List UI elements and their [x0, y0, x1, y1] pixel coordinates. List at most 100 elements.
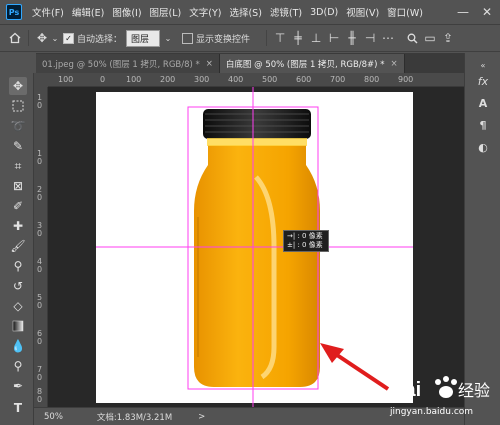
ruler-label: 0	[37, 373, 43, 382]
menu-3d[interactable]: 3D(D)	[306, 7, 342, 18]
tooltip-x-offset: →| : 0 像素	[287, 232, 323, 240]
menu-filter[interactable]: 滤镜(T)	[266, 5, 306, 19]
menu-file[interactable]: 文件(F)	[28, 5, 68, 19]
align-hcenter-icon[interactable]: ╫	[343, 29, 361, 47]
ruler-label: 100	[58, 75, 74, 84]
watermark-brand: Bai	[390, 379, 421, 401]
close-icon[interactable]: ×	[206, 59, 213, 69]
move-tool-icon[interactable]: ✥	[9, 77, 27, 95]
menu-image[interactable]: 图像(I)	[108, 5, 145, 19]
ruler-label: 0	[37, 301, 43, 310]
move-tool-icon[interactable]: ✥	[33, 29, 51, 47]
clone-stamp-tool-icon[interactable]: ⚲	[9, 257, 27, 275]
paragraph-panel-icon[interactable]: ¶	[475, 117, 491, 133]
more-options-icon[interactable]: ⋯	[379, 29, 397, 47]
show-transform-checkbox[interactable]	[182, 32, 194, 44]
tab-label: 01.jpeg @ 50% (图层 1 拷贝, RGB/8) *	[42, 59, 200, 70]
ruler-corner	[34, 73, 48, 87]
zoom-level[interactable]: 50%	[44, 412, 63, 422]
artwork-layer	[96, 87, 413, 407]
menu-type[interactable]: 文字(Y)	[185, 5, 225, 19]
workspace-icon[interactable]: ▭	[421, 29, 439, 47]
tab-01-jpeg[interactable]: 01.jpeg @ 50% (图层 1 拷贝, RGB/8) * ×	[36, 54, 220, 73]
watermark-brand-cn: 经验	[458, 381, 490, 400]
tooltip-y-offset: ±| : 0 像素	[287, 241, 323, 249]
distance-tooltip: →| : 0 像素 ±| : 0 像素	[283, 230, 329, 252]
brush-tool-icon[interactable]: 🖌	[9, 237, 27, 255]
ruler-label: 100	[126, 75, 142, 84]
ruler-label: 800	[364, 75, 380, 84]
menu-bar: Ps 文件(F) 编辑(E) 图像(I) 图层(L) 文字(Y) 选择(S) 滤…	[0, 0, 500, 24]
align-left-icon[interactable]: ⊢	[325, 29, 343, 47]
minimize-button[interactable]: —	[452, 0, 474, 24]
quick-selection-tool-icon[interactable]: ✎	[9, 137, 27, 155]
auto-select-checkbox[interactable]: ✓	[63, 32, 74, 44]
blur-tool-icon[interactable]: 💧	[9, 337, 27, 355]
align-bottom-icon[interactable]: ⊥	[307, 29, 325, 47]
gradient-tool-icon[interactable]	[9, 317, 27, 335]
ruler-label: 0	[37, 265, 43, 274]
options-bar: ✥ ⌄ ✓ 自动选择： 图层 ⌄ 显示变换控件 ⊤ ╪ ⊥ ⊢ ╫ ⊣ ⋯ ▭ …	[0, 24, 500, 52]
lasso-tool-icon[interactable]: ➰	[9, 117, 27, 135]
horizontal-ruler[interactable]: 100 0 100 200 300 400 500 600 700 800 90…	[48, 73, 464, 87]
baidu-watermark: Bai 经验 jingyan.baidu.com	[388, 370, 498, 422]
divider	[28, 30, 29, 46]
menu-layer[interactable]: 图层(L)	[146, 5, 186, 19]
history-brush-tool-icon[interactable]: ↺	[9, 277, 27, 295]
ruler-label: 0	[100, 75, 106, 84]
crop-tool-icon[interactable]: ⌗	[9, 157, 27, 175]
ruler-label: 900	[398, 75, 414, 84]
ruler-label: 0	[37, 229, 43, 238]
menu-window[interactable]: 窗口(W)	[383, 5, 427, 19]
chevron-down-icon[interactable]: ⌄	[51, 29, 59, 47]
ruler-label: 400	[228, 75, 244, 84]
function-fx-icon[interactable]: fx	[475, 73, 491, 89]
menu-edit[interactable]: 编辑(E)	[68, 5, 108, 19]
divider	[266, 30, 268, 46]
align-right-icon[interactable]: ⊣	[361, 29, 379, 47]
eraser-tool-icon[interactable]: ◇	[9, 297, 27, 315]
tab-white-background[interactable]: 白底图 @ 50% (图层 1 拷贝, RGB/8#) * ×	[219, 54, 405, 73]
red-arrow-annotation	[320, 343, 390, 391]
close-icon[interactable]: ×	[390, 59, 397, 69]
ruler-label: 300	[194, 75, 210, 84]
menu-select[interactable]: 选择(S)	[225, 5, 265, 19]
watermark-url: jingyan.baidu.com	[389, 407, 473, 417]
auto-select-label: 自动选择：	[77, 34, 123, 45]
document-tab-bar: 01.jpeg @ 50% (图层 1 拷贝, RGB/8) * × 白底图 @…	[36, 53, 464, 73]
ruler-label: 600	[296, 75, 312, 84]
photoshop-logo-icon: Ps	[6, 4, 22, 20]
home-icon[interactable]	[6, 29, 24, 47]
align-vcenter-icon[interactable]: ╪	[289, 29, 307, 47]
collapse-panel-icon[interactable]: «	[475, 57, 491, 73]
status-menu-arrow[interactable]: >	[198, 412, 205, 422]
share-icon[interactable]: ⇪	[439, 29, 457, 47]
search-icon[interactable]	[403, 29, 421, 47]
frame-tool-icon[interactable]: ⊠	[9, 177, 27, 195]
paw-logo-icon	[435, 376, 457, 398]
align-top-icon[interactable]: ⊤	[271, 29, 289, 47]
ruler-label: 500	[262, 75, 278, 84]
tab-label: 白底图 @ 50% (图层 1 拷贝, RGB/8#) *	[225, 59, 385, 70]
eyedropper-tool-icon[interactable]: ✐	[9, 197, 27, 215]
dodge-tool-icon[interactable]: ⚲	[9, 357, 27, 375]
character-panel-icon[interactable]: A	[475, 95, 491, 111]
ruler-label: 0	[37, 157, 43, 166]
canvas-area[interactable]	[48, 87, 464, 407]
menu-view[interactable]: 视图(V)	[342, 5, 383, 19]
ruler-label: 0	[37, 101, 43, 110]
adjustments-icon[interactable]: ◐	[475, 139, 491, 155]
marquee-tool-icon[interactable]	[9, 97, 27, 115]
pen-tool-icon[interactable]: ✒	[9, 377, 27, 395]
tools-panel: ✥ ➰ ✎ ⌗ ⊠ ✐ ✚ 🖌 ⚲ ↺ ◇ 💧 ⚲ ✒ T	[0, 73, 34, 425]
type-tool-icon[interactable]: T	[9, 399, 27, 417]
healing-brush-tool-icon[interactable]: ✚	[9, 217, 27, 235]
ruler-label: 200	[160, 75, 176, 84]
vertical-ruler[interactable]: 1 0 1 0 2 0 3 0 4 0 5 0 6 0 7 0 8 0	[34, 87, 48, 407]
show-transform-label: 显示变换控件	[196, 34, 251, 45]
chevron-down-icon[interactable]: ⌄	[164, 29, 172, 47]
auto-select-dropdown[interactable]: 图层	[126, 29, 161, 47]
ruler-label: 0	[37, 395, 43, 404]
close-window-button[interactable]: ✕	[476, 0, 498, 24]
ruler-label: 700	[330, 75, 346, 84]
